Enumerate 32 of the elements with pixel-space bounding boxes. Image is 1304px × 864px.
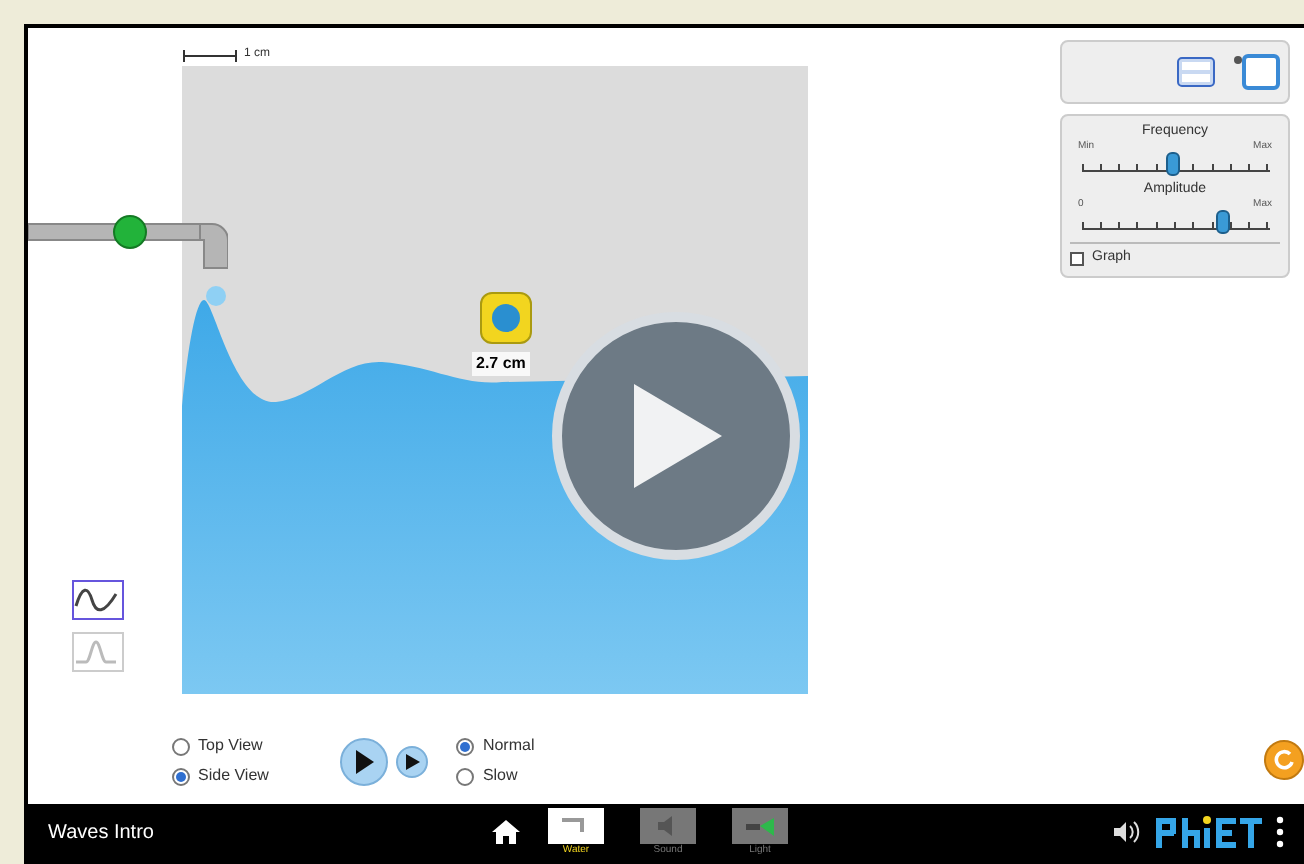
slider-thumb[interactable] [1165, 152, 1180, 176]
step-button[interactable] [396, 745, 429, 777]
graph-checkbox[interactable] [1070, 251, 1084, 266]
radio-button[interactable] [172, 737, 190, 755]
radio-label: Side View [198, 766, 269, 786]
radio-button[interactable] [456, 737, 475, 755]
reset-button[interactable] [1264, 740, 1304, 780]
home-icon[interactable] [492, 820, 520, 844]
faucet-drawing[interactable] [28, 212, 228, 308]
sim-title: Waves Intro [48, 819, 156, 847]
control-panel-icon[interactable] [1176, 56, 1216, 88]
step-icon [405, 753, 420, 769]
radio-button[interactable] [456, 767, 475, 785]
scale-bar-icon [182, 50, 238, 62]
menu-icon[interactable] [1276, 816, 1284, 848]
laser-icon [744, 814, 776, 838]
wave-mode-button[interactable] [72, 580, 124, 620]
radio-button[interactable] [172, 767, 190, 785]
slider-thumb[interactable] [1216, 210, 1230, 234]
play-icon [354, 749, 375, 773]
play-pause-button[interactable] [340, 737, 389, 785]
sound-icon[interactable] [1112, 820, 1140, 844]
tape-reading: 2.7 cm [472, 352, 530, 376]
screen-icon[interactable] [1232, 52, 1280, 92]
radio-label: Normal [482, 736, 535, 756]
pulse-wave-icon [74, 638, 118, 666]
reset-icon [1272, 748, 1296, 772]
radio-label: Top View [198, 736, 263, 756]
phet-logo[interactable] [1152, 812, 1268, 852]
radio-label: Slow [482, 766, 518, 786]
sine-wave-icon [74, 586, 118, 614]
tape-measure-icon[interactable] [480, 292, 532, 344]
